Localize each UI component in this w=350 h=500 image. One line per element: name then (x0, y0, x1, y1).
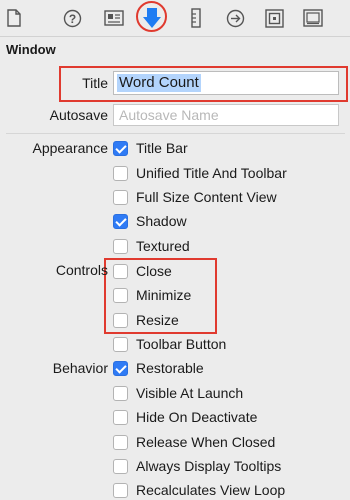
section-title: Window (6, 42, 56, 57)
checkbox-label: Release When Closed (136, 434, 276, 450)
checkbox[interactable] (113, 482, 128, 498)
title-field[interactable]: Word Count (113, 71, 339, 95)
checkbox[interactable] (113, 409, 128, 425)
checkbox-toolbar-button[interactable]: Toolbar Button (113, 335, 226, 353)
checkbox-label: Full Size Content View (136, 189, 277, 205)
checkbox[interactable] (113, 165, 128, 181)
checkbox[interactable] (113, 287, 128, 303)
checkbox[interactable] (113, 140, 128, 156)
controls-label: Controls (55, 262, 108, 278)
checkbox-label: Close (136, 263, 172, 279)
autosave-field[interactable] (113, 104, 339, 126)
svg-text:?: ? (68, 12, 75, 26)
checkbox-resize[interactable]: Resize (113, 311, 179, 329)
checkbox-label: Toolbar Button (136, 336, 227, 352)
behavior-label: Behavior (52, 360, 108, 376)
autosave-label: Autosave (49, 107, 108, 123)
autosave-input[interactable] (114, 105, 338, 125)
checkbox[interactable] (113, 336, 128, 352)
checkbox-label: Textured (136, 238, 190, 254)
checkbox-restorable[interactable]: Restorable (113, 359, 204, 377)
checkbox-label: Resize (136, 312, 179, 328)
inspector-toolbar: ? (0, 0, 350, 37)
checkbox-label: Unified Title And Toolbar (136, 165, 287, 181)
attributes-inspector-icon[interactable] (141, 7, 163, 29)
checkbox-label: Minimize (136, 287, 192, 303)
checkbox-label: Visible At Launch (136, 385, 244, 401)
view-effects-inspector-icon[interactable] (302, 7, 324, 29)
checkbox[interactable] (113, 312, 128, 328)
quick-help-icon[interactable]: ? (61, 7, 83, 29)
checkbox-shadow[interactable]: Shadow (113, 212, 187, 230)
checkbox-hide-on-deactivate[interactable]: Hide On Deactivate (113, 408, 257, 426)
checkbox-textured[interactable]: Textured (113, 237, 190, 255)
identity-inspector-icon[interactable] (103, 7, 125, 29)
checkbox-label: Recalculates View Loop (136, 482, 286, 498)
checkbox[interactable] (113, 213, 128, 229)
checkbox-label: Title Bar (136, 140, 188, 156)
checkbox-unified-title-and-toolbar[interactable]: Unified Title And Toolbar (113, 164, 287, 182)
checkbox-recalculates-view-loop[interactable]: Recalculates View Loop (113, 481, 285, 499)
checkbox-close[interactable]: Close (113, 262, 172, 280)
checkbox[interactable] (113, 263, 128, 279)
checkbox-visible-at-launch[interactable]: Visible At Launch (113, 384, 243, 402)
checkbox-full-size-content-view[interactable]: Full Size Content View (113, 188, 277, 206)
checkbox[interactable] (113, 238, 128, 254)
checkbox-minimize[interactable]: Minimize (113, 286, 191, 304)
connections-inspector-icon[interactable] (224, 7, 246, 29)
checkbox-label: Always Display Tooltips (136, 458, 282, 474)
checkbox-always-display-tooltips[interactable]: Always Display Tooltips (113, 457, 281, 475)
title-label: Title (82, 75, 108, 91)
bindings-inspector-icon[interactable] (263, 7, 285, 29)
checkbox-label: Shadow (136, 213, 187, 229)
checkbox-title-bar[interactable]: Title Bar (113, 139, 188, 157)
checkbox[interactable] (113, 385, 128, 401)
checkbox[interactable] (113, 434, 128, 450)
checkbox-label: Restorable (136, 360, 204, 376)
checkbox[interactable] (113, 458, 128, 474)
checkbox-release-when-closed[interactable]: Release When Closed (113, 433, 275, 451)
checkbox-label: Hide On Deactivate (136, 409, 258, 425)
size-inspector-icon[interactable] (185, 7, 207, 29)
title-value: Word Count (117, 74, 201, 92)
appearance-label: Appearance (32, 140, 108, 156)
checkbox[interactable] (113, 189, 128, 205)
divider (6, 133, 345, 134)
checkbox[interactable] (113, 360, 128, 376)
file-inspector-icon[interactable] (3, 7, 25, 29)
